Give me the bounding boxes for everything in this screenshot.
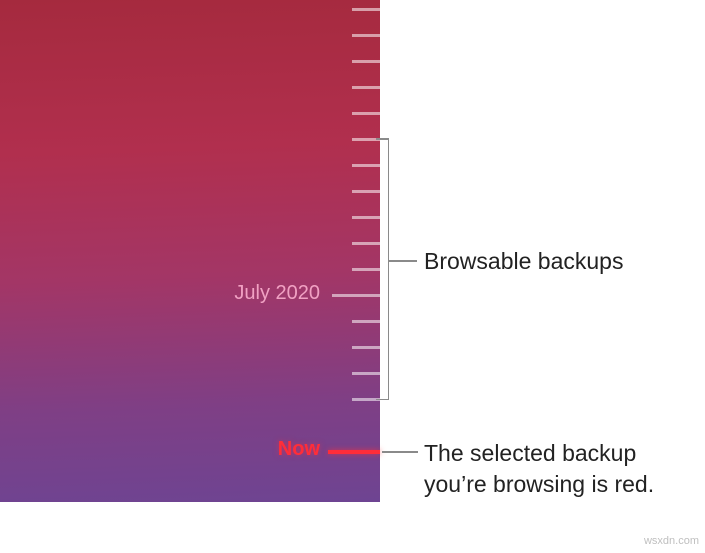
timeline-tick[interactable] [352,34,380,37]
timeline-tick[interactable] [352,242,380,245]
timeline-tick-major[interactable] [332,294,380,297]
timeline-tick[interactable] [352,60,380,63]
timeline-tick[interactable] [352,346,380,349]
selected-annotation-line1: The selected backup [424,440,636,466]
timeline-panel[interactable]: July 2020 Now [0,0,380,502]
timeline-tick[interactable] [352,268,380,271]
timeline-tick[interactable] [352,190,380,193]
selected-leader [382,451,418,453]
timeline-tick[interactable] [352,372,380,375]
timeline-tick[interactable] [352,320,380,323]
timeline-date-label: July 2020 [234,282,320,305]
timeline-tick[interactable] [352,86,380,89]
watermark: wsxdn.com [644,535,699,547]
selected-annotation: The selected backup you’re browsing is r… [424,438,654,500]
selected-annotation-line2: you’re browsing is red. [424,471,654,497]
timeline-tick[interactable] [352,8,380,11]
timeline-tick[interactable] [352,216,380,219]
browsable-annotation: Browsable backups [424,246,623,277]
timeline-now-label: Now [278,438,320,461]
timeline-tick[interactable] [352,112,380,115]
browsable-leader [389,260,417,262]
browsable-bracket [388,138,389,400]
timeline-tick[interactable] [352,164,380,167]
timeline-tick-now[interactable] [328,450,380,454]
